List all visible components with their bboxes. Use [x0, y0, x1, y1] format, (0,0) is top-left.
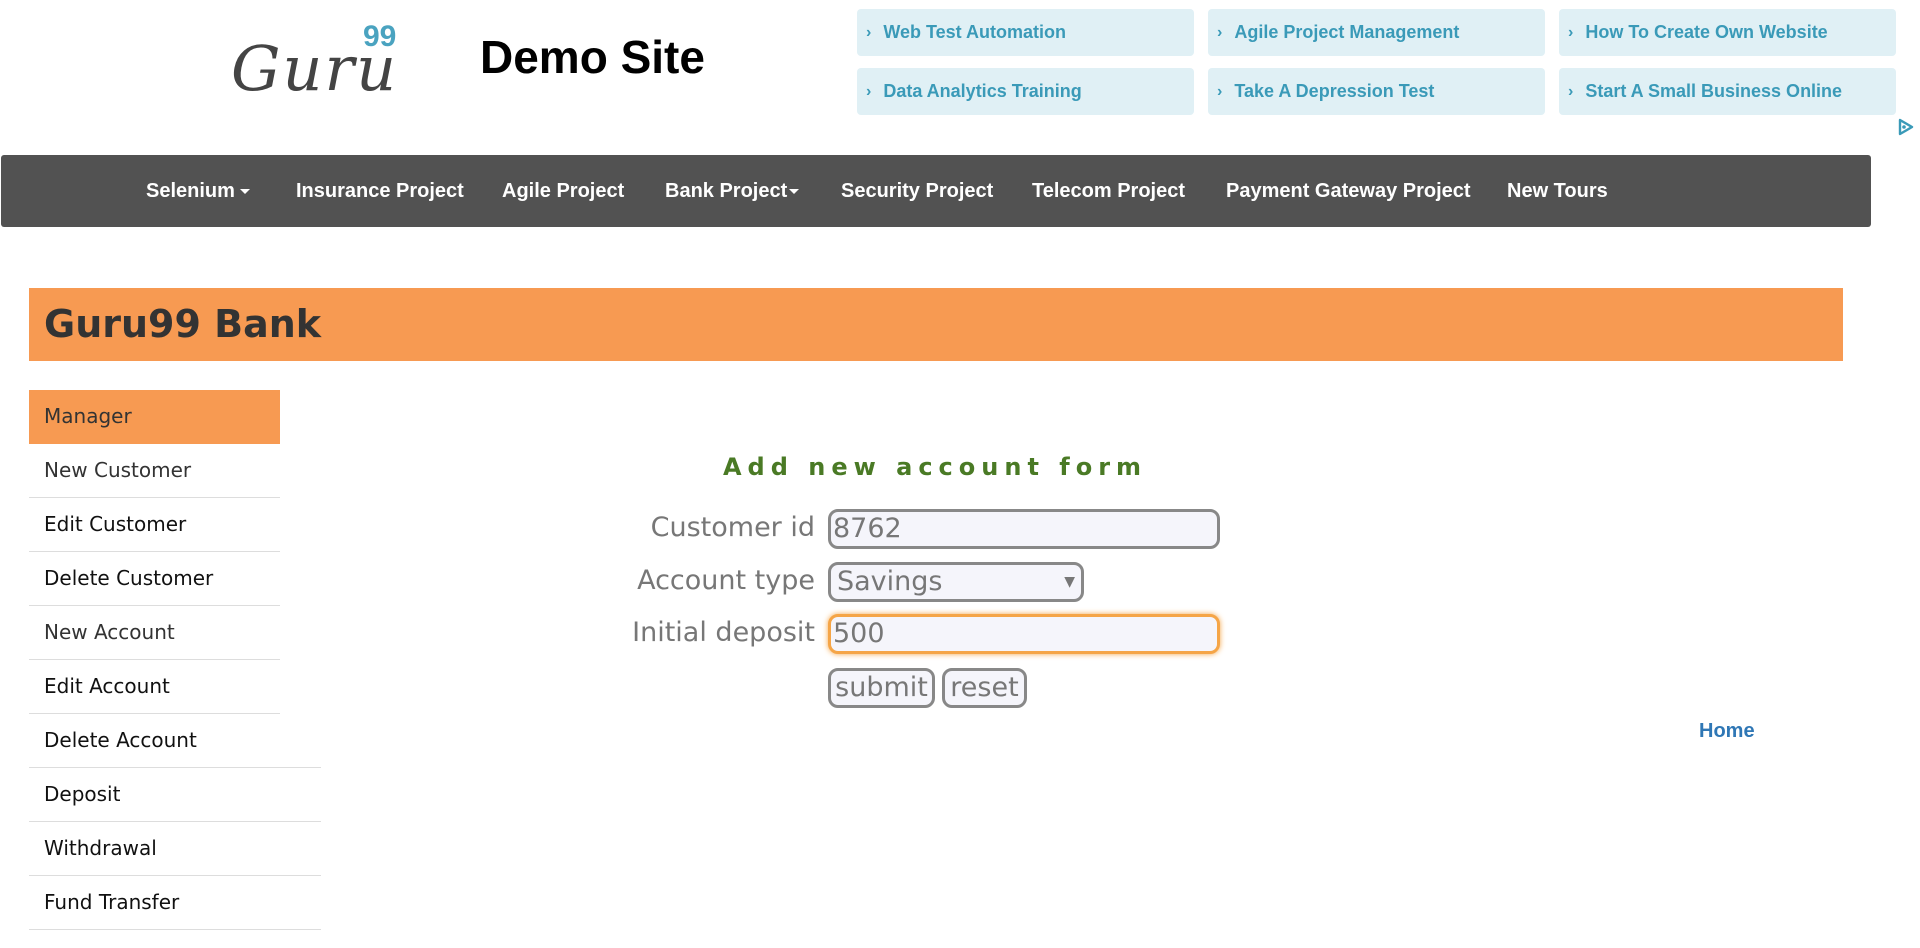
- ad-link-label: Web Test Automation: [883, 22, 1066, 42]
- nav-item-telecom-project[interactable]: Telecom Project: [1032, 155, 1185, 227]
- initial-deposit-input[interactable]: 500: [828, 614, 1220, 654]
- sidebar-item-delete-customer[interactable]: Delete Customer: [29, 552, 280, 606]
- nav-item-label: Selenium: [146, 180, 235, 202]
- chevron-right-icon: ›: [1217, 82, 1223, 100]
- reset-button[interactable]: reset: [942, 668, 1027, 708]
- adchoices-icon[interactable]: [1896, 117, 1916, 137]
- initial-deposit-label: Initial deposit: [632, 617, 815, 648]
- chevron-right-icon: ›: [866, 82, 872, 100]
- guru99-logo[interactable]: Guru 99: [231, 20, 401, 105]
- submit-button[interactable]: submit: [828, 668, 935, 708]
- sidebar-item-delete-account[interactable]: Delete Account: [29, 714, 321, 768]
- caret-down-icon: [789, 189, 800, 195]
- nav-item-agile-project[interactable]: Agile Project: [502, 155, 624, 227]
- sidebar-item-deposit[interactable]: Deposit: [29, 768, 321, 822]
- caret-down-icon: [239, 189, 250, 195]
- bank-banner: Guru99 Bank: [29, 288, 1843, 361]
- ad-link[interactable]: › Take A Depression Test: [1208, 68, 1545, 115]
- main-navbar: Selenium Insurance Project Agile Project…: [1, 155, 1871, 227]
- site-title: Demo Site: [480, 31, 705, 83]
- chevron-right-icon: ›: [1568, 23, 1574, 41]
- ad-link[interactable]: › Data Analytics Training: [857, 68, 1194, 115]
- customer-id-input[interactable]: 8762: [828, 509, 1220, 549]
- nav-item-insurance-project[interactable]: Insurance Project: [296, 155, 464, 227]
- ad-link[interactable]: › Agile Project Management: [1208, 9, 1545, 56]
- ad-link-label: How To Create Own Website: [1585, 22, 1828, 42]
- sidebar-item-edit-customer[interactable]: Edit Customer: [29, 498, 280, 552]
- ad-link-label: Data Analytics Training: [883, 81, 1082, 101]
- customer-id-label: Customer id: [650, 512, 815, 543]
- sidebar-item-new-account[interactable]: New Account: [29, 606, 280, 660]
- nav-item-bank-project[interactable]: Bank Project: [665, 155, 800, 227]
- nav-item-security-project[interactable]: Security Project: [841, 155, 993, 227]
- ad-link-label: Start A Small Business Online: [1585, 81, 1843, 101]
- chevron-right-icon: ›: [1568, 82, 1574, 100]
- nav-item-label: Bank Project: [665, 180, 788, 202]
- nav-item-new-tours[interactable]: New Tours: [1507, 155, 1608, 227]
- chevron-right-icon: ›: [866, 23, 872, 41]
- chevron-right-icon: ›: [1217, 23, 1223, 41]
- nav-item-payment-gateway-project[interactable]: Payment Gateway Project: [1226, 155, 1471, 227]
- sidebar-item-edit-account[interactable]: Edit Account: [29, 660, 280, 714]
- dropdown-arrow-icon: ▼: [1064, 574, 1075, 590]
- bank-title: Guru99 Bank: [44, 302, 322, 346]
- ad-link[interactable]: › Web Test Automation: [857, 9, 1194, 56]
- nav-item-selenium[interactable]: Selenium: [146, 155, 250, 227]
- account-type-select[interactable]: Savings ▼: [828, 562, 1084, 602]
- sidebar-item-manager[interactable]: Manager: [29, 390, 280, 444]
- ad-link[interactable]: › Start A Small Business Online: [1559, 68, 1896, 115]
- home-link[interactable]: Home: [1699, 720, 1755, 743]
- account-type-value: Savings: [837, 566, 943, 597]
- ad-link-label: Agile Project Management: [1234, 22, 1460, 42]
- logo-superscript: 99: [363, 20, 397, 53]
- sidebar-item-new-customer[interactable]: New Customer: [29, 444, 280, 498]
- ad-link[interactable]: › How To Create Own Website: [1559, 9, 1896, 56]
- sidebar-item-withdrawal[interactable]: Withdrawal: [29, 822, 321, 876]
- sidebar-item-fund-transfer[interactable]: Fund Transfer: [29, 876, 321, 930]
- account-type-label: Account type: [637, 565, 815, 596]
- ad-link-label: Take A Depression Test: [1234, 81, 1435, 101]
- form-heading: Add new account form: [722, 453, 1148, 481]
